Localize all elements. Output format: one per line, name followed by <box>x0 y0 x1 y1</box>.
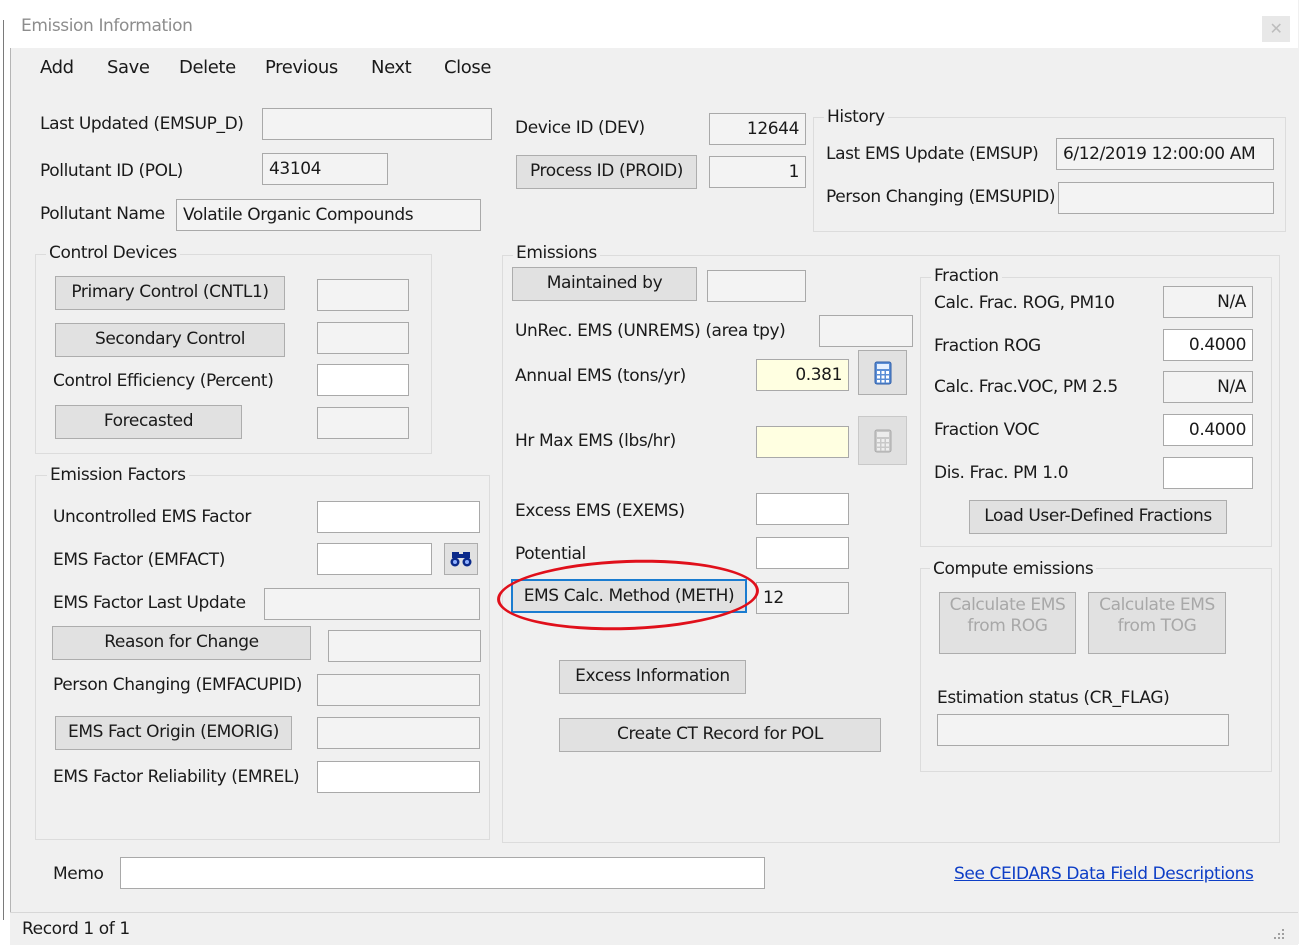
ems-factor-reliability-label: EMS Factor Reliability (EMREL) <box>53 767 300 787</box>
maintained-by-field[interactable] <box>707 270 806 302</box>
fraction-voc-label: Fraction VOC <box>934 420 1040 440</box>
menu-close[interactable]: Close <box>444 57 491 78</box>
calc-frac-rog-field[interactable]: N/A <box>1163 286 1253 318</box>
device-id-field[interactable]: 12644 <box>709 113 806 145</box>
fraction-rog-field[interactable]: 0.4000 <box>1163 329 1253 361</box>
device-id-label: Device ID (DEV) <box>515 118 645 138</box>
history-group <box>813 117 1286 232</box>
load-user-defined-fractions-button[interactable]: Load User-Defined Fractions <box>969 500 1227 534</box>
fraction-rog-label: Fraction ROG <box>934 336 1041 356</box>
calculate-from-rog-line2: from ROG <box>967 616 1048 636</box>
secondary-control-field[interactable] <box>317 322 409 354</box>
history-title: History <box>824 107 888 127</box>
calculate-from-tog-button[interactable]: Calculate EMS from TOG <box>1088 592 1226 654</box>
title-bar <box>10 0 1298 48</box>
calculate-from-rog-line1: Calculate EMS <box>949 595 1066 615</box>
control-efficiency-label: Control Efficiency (Percent) <box>53 371 274 391</box>
menu-next[interactable]: Next <box>371 57 412 78</box>
ems-fact-origin-field[interactable] <box>317 717 480 749</box>
uncontrolled-ems-factor-field[interactable] <box>317 501 480 533</box>
secondary-control-button[interactable]: Secondary Control <box>55 323 285 357</box>
excess-ems-field[interactable] <box>756 493 849 525</box>
primary-control-field[interactable] <box>317 279 409 311</box>
last-updated-label: Last Updated (EMSUP_D) <box>40 114 244 134</box>
process-id-button[interactable]: Process ID (PROID) <box>516 155 697 189</box>
reason-for-change-field[interactable] <box>328 630 481 662</box>
unrec-ems-label: UnRec. EMS (UNREMS) (area tpy) <box>515 321 786 341</box>
last-updated-field[interactable] <box>262 108 492 140</box>
memo-field[interactable] <box>120 857 765 889</box>
menu-save[interactable]: Save <box>107 57 150 78</box>
unrec-ems-field[interactable] <box>819 315 913 347</box>
potential-field[interactable] <box>756 537 849 569</box>
potential-label: Potential <box>515 544 586 564</box>
ems-factor-last-update-field[interactable] <box>264 588 480 620</box>
calculate-from-tog-line2: from TOG <box>1117 616 1197 636</box>
background-edge <box>3 20 4 920</box>
ems-fact-origin-button[interactable]: EMS Fact Origin (EMORIG) <box>55 716 292 750</box>
calculator-icon[interactable] <box>858 350 907 395</box>
excess-ems-label: Excess EMS (EXEMS) <box>515 501 685 521</box>
forecasted-field[interactable] <box>317 407 409 439</box>
menu-previous[interactable]: Previous <box>265 57 338 78</box>
dis-frac-pm-field[interactable] <box>1163 457 1253 489</box>
ems-factor-label: EMS Factor (EMFACT) <box>53 550 225 570</box>
last-ems-update-field[interactable]: 6/12/2019 12:00:00 AM <box>1056 138 1274 170</box>
resize-grip-icon[interactable] <box>1272 926 1286 940</box>
ems-calc-method-field[interactable]: 12 <box>756 582 849 614</box>
process-id-field[interactable]: 1 <box>709 156 806 188</box>
person-changing-emfacupid-field[interactable] <box>317 674 480 706</box>
pollutant-id-field[interactable]: 43104 <box>262 153 388 185</box>
menu-add[interactable]: Add <box>40 57 74 78</box>
primary-control-button[interactable]: Primary Control (CNTL1) <box>55 276 285 310</box>
pollutant-name-label: Pollutant Name <box>40 204 165 224</box>
person-changing-emfacupid-label: Person Changing (EMFACUPID) <box>53 675 302 695</box>
create-ct-record-button[interactable]: Create CT Record for POL <box>559 718 881 752</box>
hr-max-ems-label: Hr Max EMS (lbs/hr) <box>515 431 676 451</box>
binoculars-icon[interactable] <box>444 543 478 575</box>
calculate-from-tog-line1: Calculate EMS <box>1099 595 1215 615</box>
fraction-voc-field[interactable]: 0.4000 <box>1163 414 1253 446</box>
calculate-from-rog-button[interactable]: Calculate EMS from ROG <box>939 592 1076 654</box>
calc-frac-rog-label: Calc. Frac. ROG, PM10 <box>934 293 1115 313</box>
emission-factors-title: Emission Factors <box>47 465 189 485</box>
close-icon[interactable]: ✕ <box>1262 16 1290 42</box>
record-counter: Record 1 of 1 <box>22 919 130 939</box>
calc-frac-voc-field[interactable]: N/A <box>1163 371 1253 403</box>
annual-ems-field[interactable]: 0.381 <box>756 359 849 391</box>
last-ems-update-label: Last EMS Update (EMSUP) <box>826 144 1039 164</box>
compute-emissions-title: Compute emissions <box>930 559 1097 579</box>
menu-delete[interactable]: Delete <box>179 57 236 78</box>
pollutant-id-label: Pollutant ID (POL) <box>40 161 183 181</box>
memo-label: Memo <box>53 864 104 884</box>
pollutant-name-field[interactable]: Volatile Organic Compounds <box>176 199 481 231</box>
reason-for-change-button[interactable]: Reason for Change <box>52 626 311 660</box>
ems-factor-field[interactable] <box>317 543 432 575</box>
control-devices-title: Control Devices <box>46 243 180 263</box>
ceidars-descriptions-link[interactable]: See CEIDARS Data Field Descriptions <box>954 864 1254 884</box>
forecasted-button[interactable]: Forecasted <box>55 405 242 439</box>
maintained-by-button[interactable]: Maintained by <box>512 267 697 301</box>
dis-frac-pm-label: Dis. Frac. PM 1.0 <box>934 463 1069 483</box>
fraction-title: Fraction <box>931 266 1002 286</box>
emissions-title: Emissions <box>513 243 600 263</box>
ems-factor-last-update-label: EMS Factor Last Update <box>53 593 246 613</box>
hr-max-ems-field[interactable] <box>756 426 849 458</box>
control-efficiency-field[interactable] <box>317 364 409 396</box>
person-changing-emsupid-field[interactable] <box>1058 182 1274 214</box>
person-changing-emsupid-label: Person Changing (EMSUPID) <box>826 187 1056 207</box>
calc-frac-voc-label: Calc. Frac.VOC, PM 2.5 <box>934 377 1118 397</box>
calculator-disabled-icon[interactable] <box>858 416 907 465</box>
ems-factor-reliability-field[interactable] <box>317 761 480 793</box>
estimation-status-field[interactable] <box>937 714 1229 746</box>
uncontrolled-ems-factor-label: Uncontrolled EMS Factor <box>53 507 251 527</box>
status-bar <box>10 912 1298 945</box>
window-title: Emission Information <box>21 16 193 36</box>
excess-information-button[interactable]: Excess Information <box>559 660 746 694</box>
annual-ems-label: Annual EMS (tons/yr) <box>515 366 686 386</box>
estimation-status-label: Estimation status (CR_FLAG) <box>937 688 1170 708</box>
